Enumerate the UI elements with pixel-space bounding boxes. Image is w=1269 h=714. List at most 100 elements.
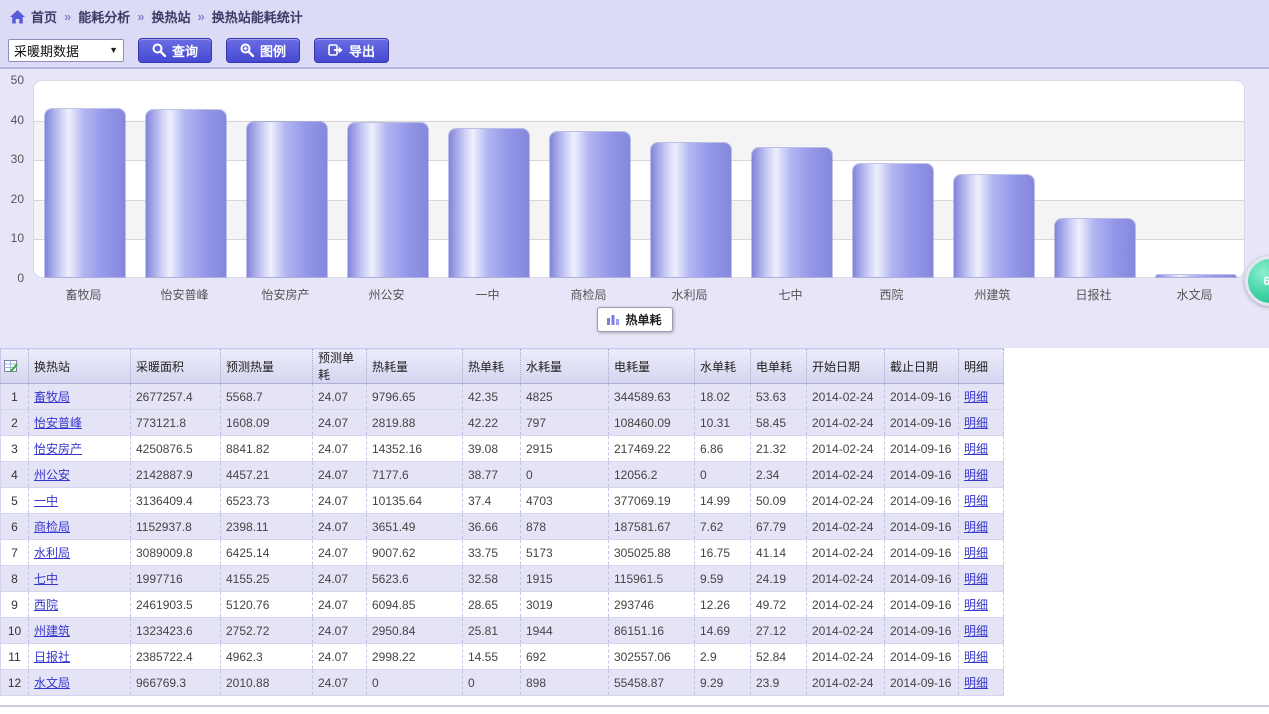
station-link[interactable]: 水文局 bbox=[34, 676, 70, 690]
detail-link[interactable]: 明细 bbox=[964, 494, 988, 508]
chart-bar[interactable] bbox=[449, 129, 529, 277]
chart-bar[interactable] bbox=[247, 122, 327, 277]
table-row[interactable]: 10州建筑1323423.62752.7224.072950.8425.8119… bbox=[1, 618, 1004, 644]
data-cell: 2819.88 bbox=[367, 410, 463, 436]
detail-link[interactable]: 明细 bbox=[964, 416, 988, 430]
breadcrumb-item-heat-station[interactable]: 换热站 bbox=[152, 7, 191, 26]
table-row[interactable]: 9西院2461903.55120.7624.076094.8528.653019… bbox=[1, 592, 1004, 618]
column-header[interactable]: 水单耗 bbox=[695, 349, 751, 384]
chart-bar[interactable] bbox=[651, 143, 731, 277]
station-link[interactable]: 一中 bbox=[34, 494, 58, 508]
table-row[interactable]: 12水文局966769.32010.8824.070089855458.879.… bbox=[1, 670, 1004, 696]
detail-link[interactable]: 明细 bbox=[964, 390, 988, 404]
detail-link[interactable]: 明细 bbox=[964, 650, 988, 664]
detail-link[interactable]: 明细 bbox=[964, 676, 988, 690]
chart-bar[interactable] bbox=[550, 132, 630, 277]
data-cell: 6.86 bbox=[695, 436, 751, 462]
y-axis-tick-label: 0 bbox=[0, 271, 24, 285]
chart-bar[interactable] bbox=[954, 175, 1034, 277]
station-link[interactable]: 畜牧局 bbox=[34, 390, 70, 404]
table-row[interactable]: 11日报社2385722.44962.324.072998.2214.55692… bbox=[1, 644, 1004, 670]
chart-legend[interactable]: 热单耗 bbox=[596, 307, 672, 332]
heat-unit-consumption-chart: 01020304050 畜牧局怡安普峰怡安房产州公安一中商检局水利局七中西院州建… bbox=[0, 69, 1269, 348]
row-number-cell: 12 bbox=[1, 670, 29, 696]
detail-link[interactable]: 明细 bbox=[964, 546, 988, 560]
breadcrumb-item-energy-analysis[interactable]: 能耗分析 bbox=[78, 7, 130, 26]
column-header[interactable]: 水耗量 bbox=[521, 349, 609, 384]
table-row[interactable]: 4州公安2142887.94457.2124.077177.638.770120… bbox=[1, 462, 1004, 488]
data-cell: 2014-09-16 bbox=[885, 644, 959, 670]
data-cell: 2010.88 bbox=[221, 670, 313, 696]
station-cell: 一中 bbox=[29, 488, 131, 514]
data-cell: 8841.82 bbox=[221, 436, 313, 462]
data-cell: 4703 bbox=[521, 488, 609, 514]
table-row[interactable]: 6商检局1152937.82398.1124.073651.4936.66878… bbox=[1, 514, 1004, 540]
query-button-label: 查询 bbox=[172, 41, 198, 60]
chart-bar[interactable] bbox=[146, 110, 226, 277]
home-icon[interactable] bbox=[10, 10, 25, 24]
query-button[interactable]: 查询 bbox=[138, 38, 212, 63]
data-cell: 2398.11 bbox=[221, 514, 313, 540]
refresh-countdown-badge[interactable]: 60 bbox=[1245, 256, 1269, 306]
column-header[interactable]: 采暖面积 bbox=[131, 349, 221, 384]
data-cell: 33.75 bbox=[463, 540, 521, 566]
column-header[interactable]: 换热站 bbox=[29, 349, 131, 384]
station-link[interactable]: 怡安普峰 bbox=[34, 416, 82, 430]
chart-bar[interactable] bbox=[1156, 275, 1236, 277]
station-link[interactable]: 水利局 bbox=[34, 546, 70, 560]
data-cell: 3651.49 bbox=[367, 514, 463, 540]
chart-bar[interactable] bbox=[348, 123, 428, 277]
detail-cell: 明细 bbox=[959, 462, 1004, 488]
detail-link[interactable]: 明细 bbox=[964, 572, 988, 586]
column-header[interactable]: 明细 bbox=[959, 349, 1004, 384]
column-header[interactable]: 热单耗 bbox=[463, 349, 521, 384]
station-link[interactable]: 怡安房产 bbox=[34, 442, 82, 456]
legend-button-label: 图例 bbox=[260, 41, 286, 60]
detail-link[interactable]: 明细 bbox=[964, 520, 988, 534]
column-header[interactable]: 预测单耗 bbox=[313, 349, 367, 384]
station-link[interactable]: 州建筑 bbox=[34, 624, 70, 638]
column-header[interactable]: 热耗量 bbox=[367, 349, 463, 384]
column-header[interactable]: 预测热量 bbox=[221, 349, 313, 384]
data-cell: 115961.5 bbox=[609, 566, 695, 592]
data-cell: 773121.8 bbox=[131, 410, 221, 436]
detail-link[interactable]: 明细 bbox=[964, 468, 988, 482]
period-select-value: 采暖期数据 bbox=[14, 41, 109, 60]
table-row[interactable]: 7水利局3089009.86425.1424.079007.6233.75517… bbox=[1, 540, 1004, 566]
column-header[interactable]: 截止日期 bbox=[885, 349, 959, 384]
chart-bar[interactable] bbox=[45, 109, 125, 277]
legend-button[interactable]: 图例 bbox=[226, 38, 300, 63]
x-axis-category-label: 商检局 bbox=[538, 286, 639, 303]
data-cell: 24.07 bbox=[313, 592, 367, 618]
detail-link[interactable]: 明细 bbox=[964, 598, 988, 612]
column-header[interactable]: 开始日期 bbox=[807, 349, 885, 384]
chart-bar[interactable] bbox=[853, 164, 933, 277]
table-row[interactable]: 2怡安普峰773121.81608.0924.072819.8842.22797… bbox=[1, 410, 1004, 436]
station-link[interactable]: 商检局 bbox=[34, 520, 70, 534]
detail-link[interactable]: 明细 bbox=[964, 442, 988, 456]
detail-cell: 明细 bbox=[959, 384, 1004, 410]
table-select-header[interactable] bbox=[1, 349, 29, 384]
export-button[interactable]: 导出 bbox=[314, 38, 389, 63]
table-row[interactable]: 8七中19977164155.2524.075623.632.581915115… bbox=[1, 566, 1004, 592]
table-row[interactable]: 1畜牧局2677257.45568.724.079796.6542.354825… bbox=[1, 384, 1004, 410]
column-header[interactable]: 电单耗 bbox=[751, 349, 807, 384]
data-cell: 67.79 bbox=[751, 514, 807, 540]
table-row[interactable]: 5一中3136409.46523.7324.0710135.6437.44703… bbox=[1, 488, 1004, 514]
row-number-cell: 5 bbox=[1, 488, 29, 514]
data-cell: 2014-02-24 bbox=[807, 540, 885, 566]
chart-bar[interactable] bbox=[752, 148, 832, 277]
detail-link[interactable]: 明细 bbox=[964, 624, 988, 638]
station-link[interactable]: 州公安 bbox=[34, 468, 70, 482]
data-cell: 10135.64 bbox=[367, 488, 463, 514]
period-select[interactable]: 采暖期数据 ▼ bbox=[8, 39, 124, 62]
chart-bar[interactable] bbox=[1055, 219, 1135, 277]
station-link[interactable]: 西院 bbox=[34, 598, 58, 612]
table-row[interactable]: 3怡安房产4250876.58841.8224.0714352.1639.082… bbox=[1, 436, 1004, 462]
station-link[interactable]: 七中 bbox=[34, 572, 58, 586]
data-cell: 692 bbox=[521, 644, 609, 670]
station-link[interactable]: 日报社 bbox=[34, 650, 70, 664]
data-cell: 2014-02-24 bbox=[807, 384, 885, 410]
breadcrumb-home[interactable]: 首页 bbox=[31, 7, 57, 26]
column-header[interactable]: 电耗量 bbox=[609, 349, 695, 384]
